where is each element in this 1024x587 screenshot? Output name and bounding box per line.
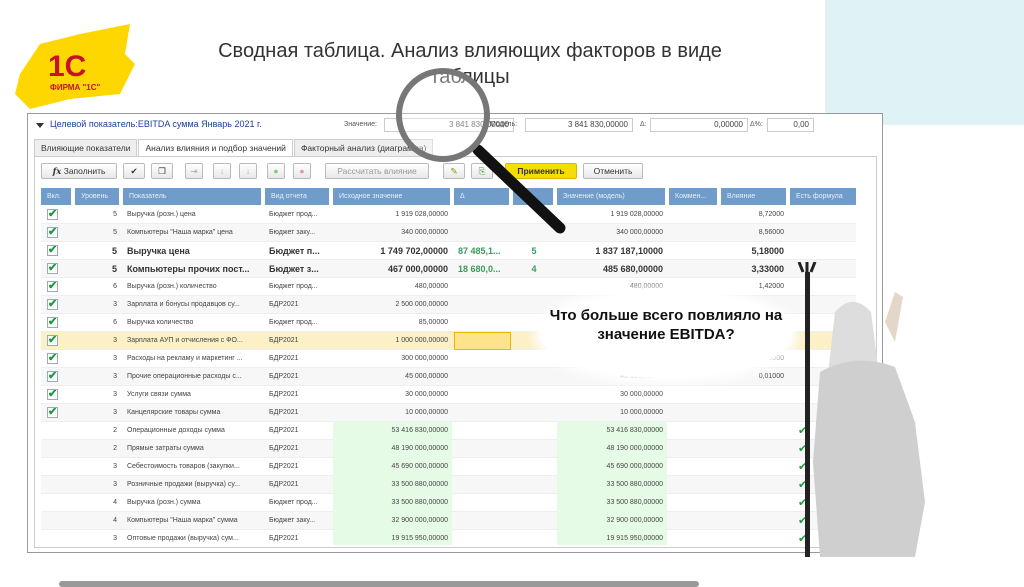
speech-bubble: Что больше всего повлияло на значение EB… (540, 292, 792, 378)
wizard-image (797, 262, 925, 557)
horizontal-scrollbar[interactable] (59, 581, 699, 587)
